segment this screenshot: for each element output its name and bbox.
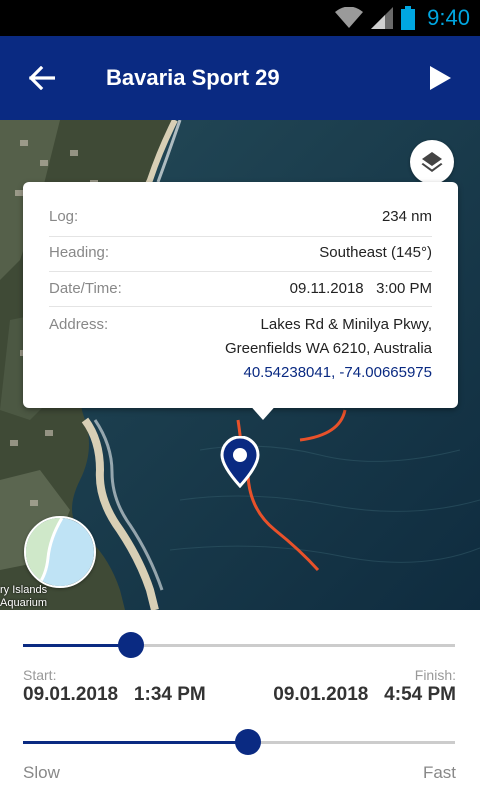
- timeline-slider[interactable]: [23, 632, 455, 658]
- location-info-popup: Log: 234 nm Heading: Southeast (145°) Da…: [23, 182, 458, 420]
- mini-map-thumbnail[interactable]: [24, 516, 96, 588]
- speed-slider[interactable]: [23, 729, 455, 755]
- divider: [49, 236, 432, 237]
- wifi-icon: [335, 7, 364, 28]
- page-title: Bavaria Sport 29: [106, 65, 280, 90]
- app-bar: Bavaria Sport 29: [0, 36, 480, 120]
- arrow-back-icon: [29, 66, 55, 90]
- heading-label: Heading:: [49, 244, 110, 261]
- timeline-slider-fill: [23, 644, 131, 647]
- battery-icon: [401, 6, 416, 30]
- divider: [49, 306, 432, 307]
- address-label: Address:: [49, 316, 109, 333]
- address-line1: Lakes Rd & Minilya Pkwy,: [260, 316, 432, 333]
- speed-fast-label: Fast: [422, 763, 456, 782]
- speed-slider-fill: [23, 741, 248, 744]
- back-button[interactable]: [20, 58, 64, 98]
- play-icon: [430, 66, 451, 90]
- poi-label-line1: ry Islands: [0, 584, 48, 596]
- heading-value: Southeast (145°): [319, 244, 432, 261]
- timeline-slider-thumb[interactable]: [118, 632, 144, 658]
- divider: [49, 271, 432, 272]
- finish-label: Finish:: [414, 667, 456, 683]
- location-pin-icon[interactable]: [220, 436, 260, 488]
- datetime-label: Date/Time:: [49, 280, 122, 297]
- playback-controls: Start: Finish: 09.01.2018 1:34 PM 09.01.…: [0, 610, 480, 800]
- coordinates-link[interactable]: 40.54238041, -74.00665975: [243, 364, 432, 381]
- layers-icon: [421, 152, 443, 172]
- address-line2: Greenfields WA 6210, Australia: [224, 340, 432, 357]
- status-bar: 9:40: [0, 0, 480, 36]
- start-datetime: 09.01.2018 1:34 PM: [23, 684, 206, 705]
- play-button[interactable]: [420, 58, 460, 98]
- start-label: Start:: [23, 667, 57, 683]
- map-view[interactable]: Log: 234 nm Heading: Southeast (145°) Da…: [0, 120, 480, 610]
- datetime-value: 09.11.2018 3:00 PM: [289, 280, 432, 297]
- cellular-signal-icon: [371, 7, 394, 29]
- finish-datetime: 09.01.2018 4:54 PM: [273, 684, 456, 705]
- poi-label-line2: Aquarium: [0, 597, 48, 609]
- speed-slider-thumb[interactable]: [234, 729, 261, 755]
- status-time: 9:40: [427, 5, 470, 30]
- log-value: 234 nm: [381, 208, 432, 225]
- popup-pointer: [247, 402, 279, 420]
- log-label: Log:: [49, 208, 79, 225]
- layers-button[interactable]: [410, 140, 454, 184]
- speed-slow-label: Slow: [23, 763, 60, 782]
